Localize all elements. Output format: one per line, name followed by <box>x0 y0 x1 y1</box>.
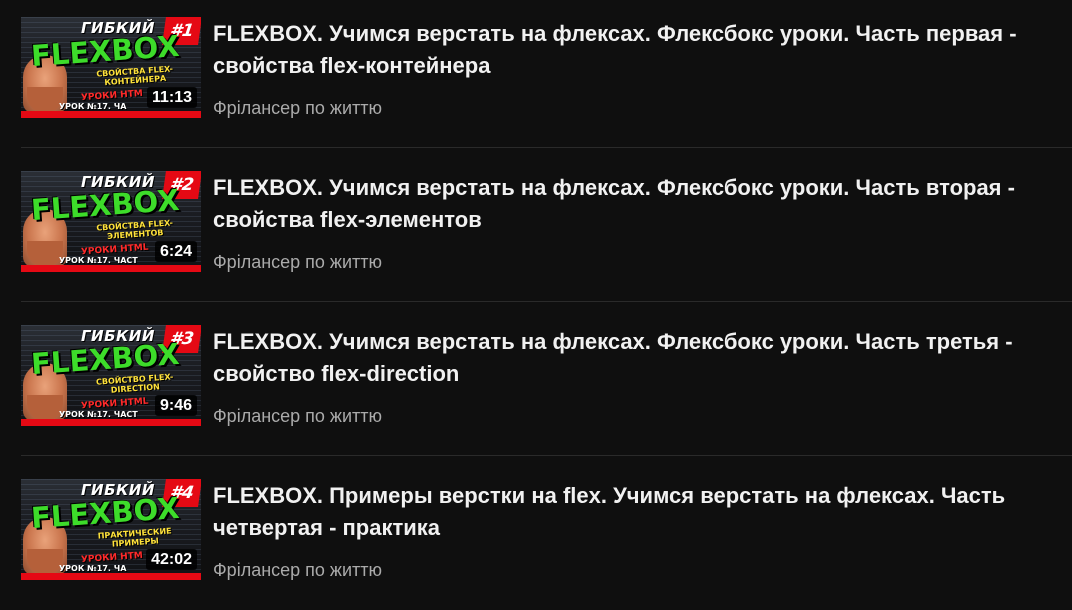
channel-name[interactable]: Фрілансер по життю <box>213 97 382 119</box>
duration-badge: 9:46 <box>154 395 197 416</box>
video-thumbnail[interactable]: ГИБКИЙ #1 FLEXBOX СВОЙСТВА FLEX-КОНТЕЙНЕ… <box>21 17 201 118</box>
thumbnail-red-bar <box>21 111 201 118</box>
channel-name[interactable]: Фрілансер по життю <box>213 405 382 427</box>
video-thumbnail[interactable]: ГИБКИЙ #4 FLEXBOX ПРАКТИЧЕСКИЕ ПРИМЕРЫ У… <box>21 479 201 580</box>
video-title[interactable]: FLEXBOX. Учимся верстать на флексах. Фле… <box>213 172 1058 236</box>
thumbnail-red-bar <box>21 265 201 272</box>
duration-badge: 6:24 <box>154 241 197 262</box>
thumbnail-lesson-number: УРОК №17. ЧАСТ <box>59 410 138 419</box>
duration-badge: 42:02 <box>146 549 197 570</box>
channel-name[interactable]: Фрілансер по життю <box>213 559 382 581</box>
duration-badge: 11:13 <box>146 87 197 108</box>
channel-name[interactable]: Фрілансер по життю <box>213 251 382 273</box>
video-title[interactable]: FLEXBOX. Учимся верстать на флексах. Фле… <box>213 18 1058 82</box>
divider <box>21 301 1072 302</box>
video-thumbnail[interactable]: ГИБКИЙ #2 FLEXBOX СВОЙСТВА FLEX-ЭЛЕМЕНТО… <box>21 171 201 272</box>
video-title[interactable]: FLEXBOX. Примеры верстки на flex. Учимся… <box>213 480 1058 544</box>
video-title[interactable]: FLEXBOX. Учимся верстать на флексах. Фле… <box>213 326 1058 390</box>
video-list: ГИБКИЙ #1 FLEXBOX СВОЙСТВА FLEX-КОНТЕЙНЕ… <box>0 0 1072 610</box>
video-item[interactable]: ГИБКИЙ #4 FLEXBOX ПРАКТИЧЕСКИЕ ПРИМЕРЫ У… <box>0 462 1072 610</box>
divider <box>21 455 1072 456</box>
divider <box>21 147 1072 148</box>
video-item[interactable]: ГИБКИЙ #3 FLEXBOX СВОЙСТВО FLEX-DIRECTIO… <box>0 308 1072 462</box>
thumbnail-lesson-number: УРОК №17. ЧАСТ <box>59 256 138 265</box>
thumbnail-lesson-number: УРОК №17. ЧА <box>59 102 127 111</box>
video-item[interactable]: ГИБКИЙ #1 FLEXBOX СВОЙСТВА FLEX-КОНТЕЙНЕ… <box>0 0 1072 154</box>
video-thumbnail[interactable]: ГИБКИЙ #3 FLEXBOX СВОЙСТВО FLEX-DIRECTIO… <box>21 325 201 426</box>
thumbnail-red-bar <box>21 419 201 426</box>
video-item[interactable]: ГИБКИЙ #2 FLEXBOX СВОЙСТВА FLEX-ЭЛЕМЕНТО… <box>0 154 1072 308</box>
thumbnail-lesson-number: УРОК №17. ЧА <box>59 564 127 573</box>
thumbnail-red-bar <box>21 573 201 580</box>
